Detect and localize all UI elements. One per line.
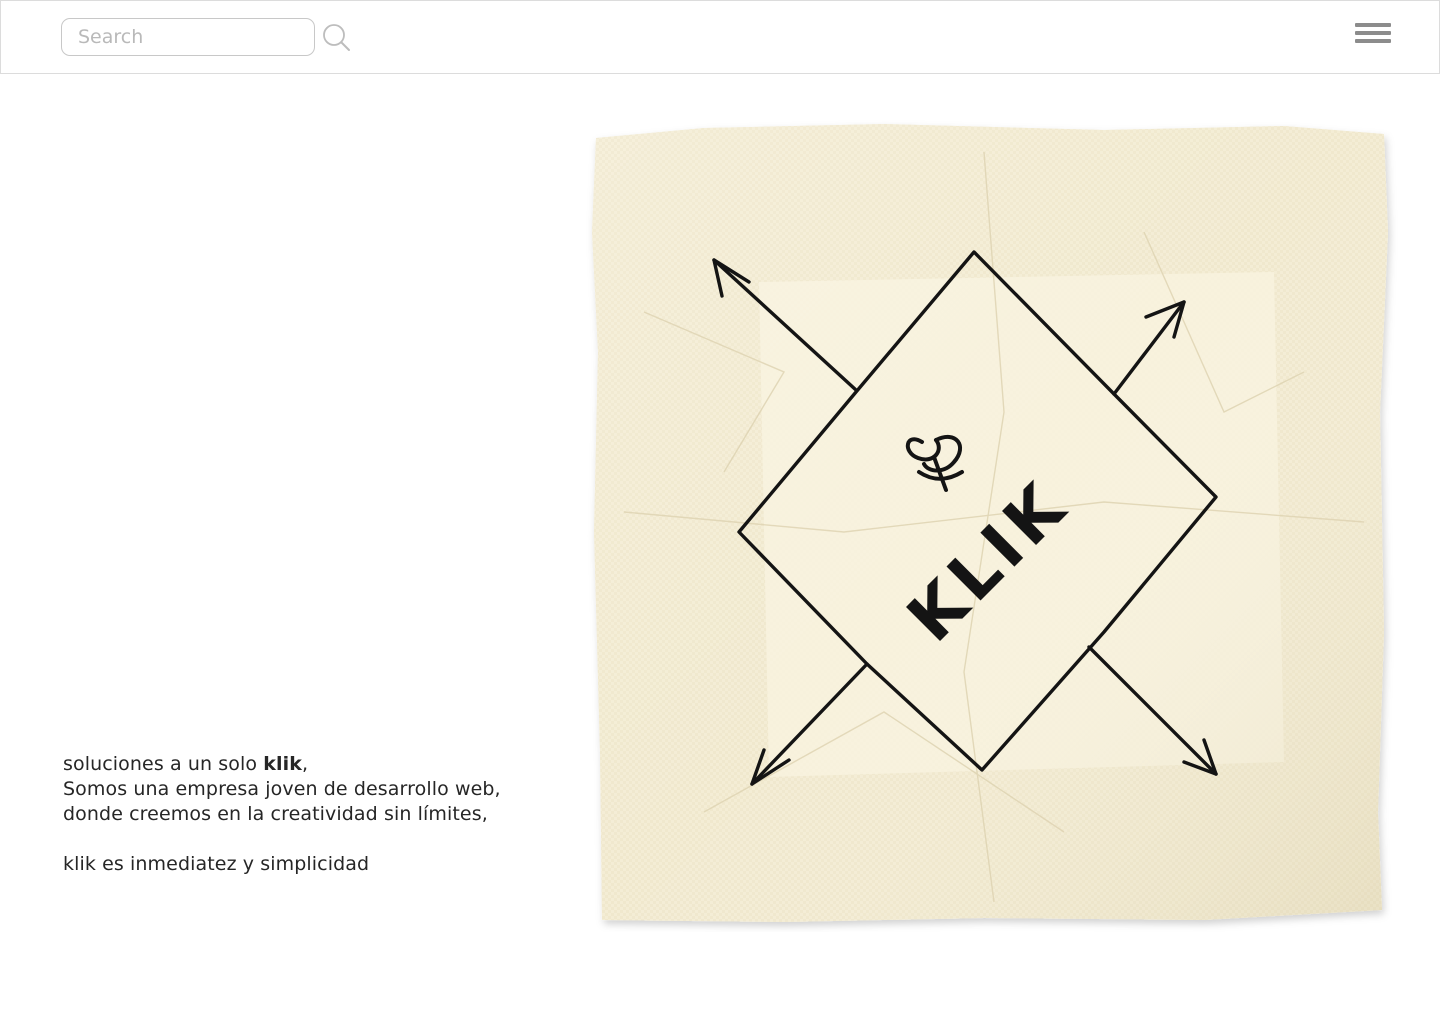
hamburger-menu-icon[interactable] <box>1355 23 1393 51</box>
intro-line-3: donde creemos en la creatividad sin lími… <box>63 803 488 825</box>
intro-line-4: klik es inmediatez y simplicidad <box>63 853 370 875</box>
intro-text: soluciones a un solo klik, Somos una emp… <box>63 752 533 877</box>
search-input[interactable] <box>61 18 315 56</box>
search-icon[interactable] <box>321 22 353 54</box>
top-bar <box>0 0 1440 74</box>
intro-line-1: soluciones a un solo klik, <box>63 753 309 775</box>
brand-name: klik <box>263 753 302 775</box>
intro-line-2: Somos una empresa joven de desarrollo we… <box>63 778 501 800</box>
hero-napkin-image: KLIK <box>584 112 1400 932</box>
